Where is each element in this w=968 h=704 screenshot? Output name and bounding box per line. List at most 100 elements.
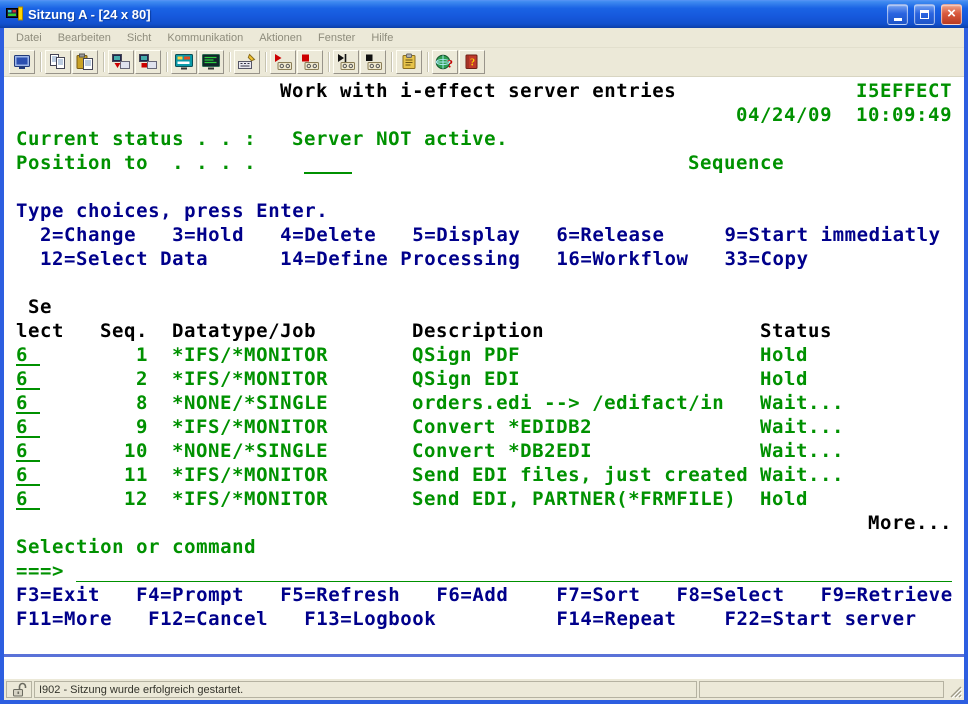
close-button[interactable]: × [941, 4, 962, 25]
toolbar-button-print-screen[interactable] [9, 50, 35, 74]
window-title: Sitzung A - [24 x 80] [28, 7, 881, 22]
stop-record-icon [300, 53, 320, 71]
unlock-icon [6, 681, 32, 698]
minimize-icon [894, 18, 902, 21]
minimize-button[interactable] [887, 4, 908, 25]
type-cell: *IFS/*MONITOR [172, 343, 328, 367]
toolbar-separator [99, 50, 108, 74]
column-header-select-top: Se [28, 295, 52, 319]
menu-bar: Datei Bearbeiten Sicht Kommunikation Akt… [4, 28, 964, 48]
select-field[interactable]: 6 [16, 391, 40, 414]
column-header-status: Status [760, 319, 832, 343]
toolbar-button-keyboard-setup[interactable] [234, 50, 260, 74]
select-field[interactable]: 6 [16, 415, 40, 438]
desc-cell: Send EDI, PARTNER(*FRMFILE) [412, 487, 736, 511]
column-header-seq: Seq. [100, 319, 148, 343]
seq-cell: 12 [124, 487, 148, 511]
maximize-button[interactable] [914, 4, 935, 25]
record-macro-icon [273, 53, 293, 71]
current-status-value: Server NOT active. [292, 127, 508, 151]
toolbar-button-help[interactable]: ? [459, 50, 485, 74]
toolbar-button-play-macro[interactable] [333, 50, 359, 74]
mdi-background [4, 657, 964, 679]
type-cell: *NONE/*SINGLE [172, 391, 328, 415]
maximize-icon [920, 10, 929, 19]
desc-cell: Convert *DB2EDI [412, 439, 592, 463]
toolbar-button-send-file[interactable] [108, 50, 134, 74]
seq-cell: 2 [136, 367, 148, 391]
toolbar-button-copy[interactable] [45, 50, 71, 74]
status-cell: Hold [760, 343, 808, 367]
terminal-screen[interactable]: Work with i-effect server entries I5EFFEC… [4, 77, 964, 654]
status-bar: I902 - Sitzung wurde erfolgreich gestart… [4, 679, 964, 700]
help-icon: ? [462, 53, 482, 71]
internet-help-icon: ? [435, 53, 455, 71]
toolbar-button-receive-file[interactable] [135, 50, 161, 74]
menu-kommunikation[interactable]: Kommunikation [159, 30, 251, 46]
title-bar[interactable]: Sitzung A - [24 x 80] × [0, 0, 968, 28]
status-cell: Wait... [760, 391, 844, 415]
command-input[interactable] [76, 559, 952, 582]
type-cell: *IFS/*MONITOR [172, 415, 328, 439]
clipboard-icon [399, 53, 419, 71]
screen-time: 10:09:49 [856, 103, 952, 127]
seq-cell: 11 [124, 463, 148, 487]
display-setup-icon [174, 53, 194, 71]
type-cell: *IFS/*MONITOR [172, 463, 328, 487]
seq-cell: 8 [136, 391, 148, 415]
toolbar-separator [324, 50, 333, 74]
toolbar-separator [423, 50, 432, 74]
desc-cell: orders.edi --> /edifact/in [412, 391, 724, 415]
sequence-label: Sequence [688, 151, 784, 175]
select-field[interactable]: 6 [16, 343, 40, 366]
function-keys-line-1: F3=Exit F4=Prompt F5=Refresh F6=Add F7=S… [16, 583, 953, 607]
toolbar-separator [387, 50, 396, 74]
toolbar-separator [261, 50, 270, 74]
status-cell: Wait... [760, 439, 844, 463]
menu-hilfe[interactable]: Hilfe [363, 30, 401, 46]
status-cell: Hold [760, 487, 808, 511]
selection-label: Selection or command [16, 535, 256, 559]
menu-aktionen[interactable]: Aktionen [251, 30, 310, 46]
session-window: Sitzung A - [24 x 80] × Datei Bearbeiten… [0, 0, 968, 704]
select-field[interactable]: 6 [16, 487, 40, 510]
quit-macro-icon [363, 53, 383, 71]
menu-datei[interactable]: Datei [8, 30, 50, 46]
toolbar-separator [162, 50, 171, 74]
toolbar-button-quit-macro[interactable] [360, 50, 386, 74]
toolbar-button-clipboard[interactable] [396, 50, 422, 74]
position-to-field[interactable] [304, 151, 352, 174]
more-indicator: More... [868, 511, 952, 535]
system-name: I5EFFECT [856, 79, 952, 103]
resize-grip[interactable] [946, 681, 962, 698]
menu-fenster[interactable]: Fenster [310, 30, 363, 46]
type-cell: *NONE/*SINGLE [172, 439, 328, 463]
type-cell: *IFS/*MONITOR [172, 367, 328, 391]
toolbar-button-display-setup[interactable] [171, 50, 197, 74]
close-icon: × [947, 6, 956, 21]
menu-bearbeiten[interactable]: Bearbeiten [50, 30, 119, 46]
toolbar-button-paste[interactable] [72, 50, 98, 74]
select-field[interactable]: 6 [16, 367, 40, 390]
toolbar-button-color-setup[interactable] [198, 50, 224, 74]
toolbar: ?? [4, 48, 964, 77]
toolbar-button-stop-record[interactable] [297, 50, 323, 74]
current-status-label: Current status . . : [16, 127, 256, 151]
select-field[interactable]: 6 [16, 463, 40, 486]
menu-sicht[interactable]: Sicht [119, 30, 159, 46]
column-header-select: lect [16, 319, 64, 343]
desc-cell: QSign PDF [412, 343, 520, 367]
status-cell: Hold [760, 367, 808, 391]
status-cell: Wait... [760, 463, 844, 487]
screen-date: 04/24/09 [736, 103, 832, 127]
select-field[interactable]: 6 [16, 439, 40, 462]
toolbar-button-internet-help[interactable]: ? [432, 50, 458, 74]
toolbar-button-record-macro[interactable] [270, 50, 296, 74]
seq-cell: 9 [136, 415, 148, 439]
desc-cell: Convert *EDIDB2 [412, 415, 592, 439]
screen-title: Work with i-effect server entries [280, 79, 676, 103]
copy-icon [48, 53, 68, 71]
receive-file-icon [138, 53, 158, 71]
paste-icon [75, 53, 95, 71]
svg-text:?: ? [470, 58, 475, 69]
